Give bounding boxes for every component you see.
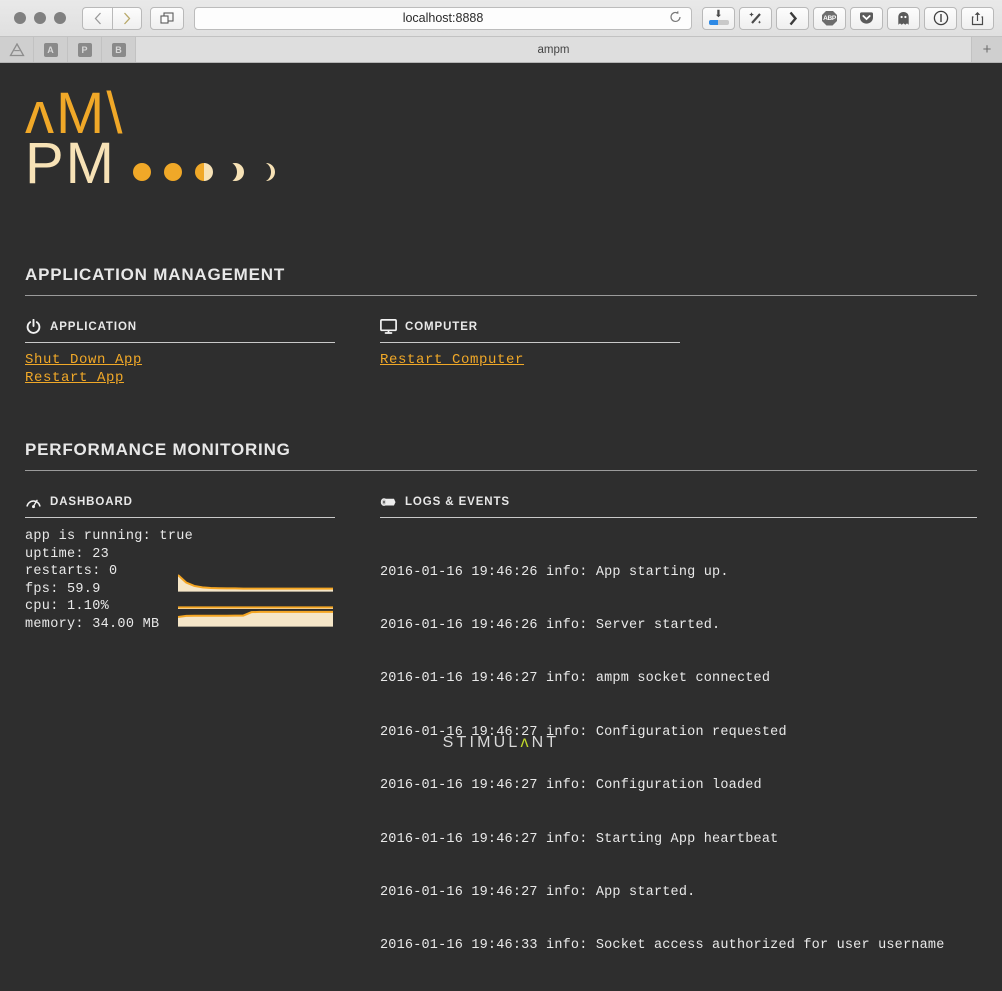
log-entry: 2016-01-16 19:46:27 info: Configuration …	[380, 778, 762, 794]
stimulant-post: NT	[531, 734, 560, 751]
app-management-columns: APPLICATION Shut Down App Restart App CO…	[25, 318, 977, 386]
stimulant-logo: STIMUL ʌ NT	[443, 734, 560, 752]
panel-computer: COMPUTER Restart Computer	[380, 318, 680, 386]
abp-icon: ABP	[822, 10, 837, 26]
download-progress-icon	[709, 19, 729, 25]
url-text: localhost:8888	[402, 11, 484, 25]
address-bar[interactable]: localhost:8888	[194, 6, 692, 30]
application-links: Shut Down App Restart App	[25, 352, 335, 386]
footer: STIMUL ʌ NT	[0, 734, 1002, 752]
logo-pm-text: PM	[25, 131, 116, 196]
bookmark-b-icon: B	[111, 42, 126, 57]
section-title-performance: PERFORMANCE MONITORING	[25, 440, 977, 471]
power-icon	[25, 318, 42, 335]
shut-down-app-link[interactable]: Shut Down App	[25, 352, 142, 368]
log-entry: 2016-01-16 19:46:26 info: App starting u…	[380, 564, 729, 580]
chevron-left-icon	[94, 12, 101, 24]
ghost-icon	[898, 11, 909, 25]
log-entry: 2016-01-16 19:46:33 info: Socket access …	[380, 938, 945, 954]
bookmarks-and-tab-strip: A P B ampm +	[0, 36, 1002, 62]
gauge-icon	[25, 493, 42, 510]
panel-application: APPLICATION Shut Down App Restart App	[25, 318, 335, 386]
panel-label-dashboard: DASHBOARD	[50, 495, 133, 508]
tabs-overview-button[interactable]	[150, 6, 184, 30]
panel-header-application: APPLICATION	[25, 318, 335, 343]
magic-wand-icon	[748, 12, 761, 24]
maximize-window-button[interactable]	[54, 12, 66, 24]
log-entry: 2016-01-16 19:46:26 info: Server started…	[380, 617, 721, 633]
navigation-buttons	[82, 6, 142, 30]
share-icon	[971, 11, 984, 25]
bookmark-a-icon: A	[43, 42, 58, 57]
monitor-icon	[380, 318, 397, 335]
new-tab-button[interactable]: +	[971, 37, 1002, 62]
logo-line-am: ʌM\	[25, 81, 125, 146]
moon-phase-row	[133, 163, 275, 181]
panel-header-computer: COMPUTER	[380, 318, 680, 343]
moon-crescent-icon	[226, 163, 244, 181]
window-controls	[14, 12, 66, 24]
cpu-sparkline	[178, 592, 333, 610]
log-entry: 2016-01-16 19:46:27 info: Starting App h…	[380, 831, 779, 847]
bookmark-a[interactable]: A	[34, 37, 68, 62]
chevron-right-icon	[124, 12, 131, 24]
chevron-right-icon	[789, 11, 797, 25]
dashboard-sparklines	[178, 574, 333, 627]
memory-sparkline	[178, 609, 333, 627]
google-drive-icon	[8, 42, 25, 56]
scroll-icon	[380, 493, 397, 510]
pocket-icon	[860, 12, 873, 24]
ampm-logo: ʌM\ PM	[25, 63, 977, 193]
adblock-plus-button[interactable]: ABP	[813, 6, 846, 30]
page-content: ʌM\ PM APPLICATION MANAGEMENT APPLICATIO…	[0, 63, 1002, 953]
chevron-button[interactable]	[776, 6, 809, 30]
bookmark-google-drive[interactable]	[0, 37, 34, 62]
bookmark-p[interactable]: P	[68, 37, 102, 62]
panel-header-logs: LOGS & EVENTS	[380, 493, 977, 518]
download-arrow-icon: ⬇	[714, 8, 723, 20]
magic-wand-button[interactable]	[739, 6, 772, 30]
moon-half-icon	[195, 163, 213, 181]
browser-toolbar: localhost:8888 ⬇ ABP	[0, 0, 1002, 36]
panel-label-application: APPLICATION	[50, 320, 137, 333]
extensions-toolbar: ⬇ ABP	[702, 6, 994, 30]
log-entries: 2016-01-16 19:46:26 info: App starting u…	[380, 528, 977, 991]
panel-label-logs: LOGS & EVENTS	[405, 495, 510, 508]
panel-label-computer: COMPUTER	[405, 320, 479, 333]
onepassword-button[interactable]	[924, 6, 957, 30]
downloads-button[interactable]: ⬇	[702, 6, 735, 30]
dashboard-body: app is running: true uptime: 23 restarts…	[25, 528, 335, 636]
restart-app-link[interactable]: Restart App	[25, 370, 124, 386]
tab-ampm[interactable]: ampm	[136, 37, 971, 62]
tab-title: ampm	[537, 43, 570, 56]
moon-crescent-thin-icon	[257, 163, 275, 181]
minimize-window-button[interactable]	[34, 12, 46, 24]
moon-full-icon	[164, 163, 182, 181]
stat-uptime: uptime: 23	[25, 546, 110, 562]
bookmark-b[interactable]: B	[102, 37, 136, 62]
back-button[interactable]	[82, 6, 112, 30]
stimulant-lambda-icon: ʌ	[520, 734, 532, 751]
browser-chrome: localhost:8888 ⬇ ABP A P B ampm +	[0, 0, 1002, 63]
stat-app-running: app is running: true	[25, 529, 194, 544]
log-entry: 2016-01-16 19:46:27 info: App started.	[380, 884, 696, 900]
restart-computer-link[interactable]: Restart Computer	[380, 352, 524, 368]
section-title-app-management: APPLICATION MANAGEMENT	[25, 265, 977, 296]
circled-one-icon	[933, 10, 948, 26]
log-entry: 2016-01-16 19:46:27 info: ampm socket co…	[380, 671, 771, 687]
bookmark-p-icon: P	[77, 42, 92, 57]
moon-full-icon	[133, 163, 151, 181]
pocket-button[interactable]	[850, 6, 883, 30]
stimulant-pre: STIMUL	[442, 734, 521, 751]
logo-line-pm: PM	[25, 135, 977, 193]
tabs-overview-icon	[160, 11, 174, 24]
fps-sparkline	[178, 574, 333, 592]
share-button[interactable]	[961, 6, 994, 30]
ghostery-button[interactable]	[887, 6, 920, 30]
reload-icon[interactable]	[669, 10, 682, 26]
forward-button[interactable]	[112, 6, 142, 30]
panel-header-dashboard: DASHBOARD	[25, 493, 335, 518]
computer-links: Restart Computer	[380, 352, 680, 368]
close-window-button[interactable]	[14, 12, 26, 24]
